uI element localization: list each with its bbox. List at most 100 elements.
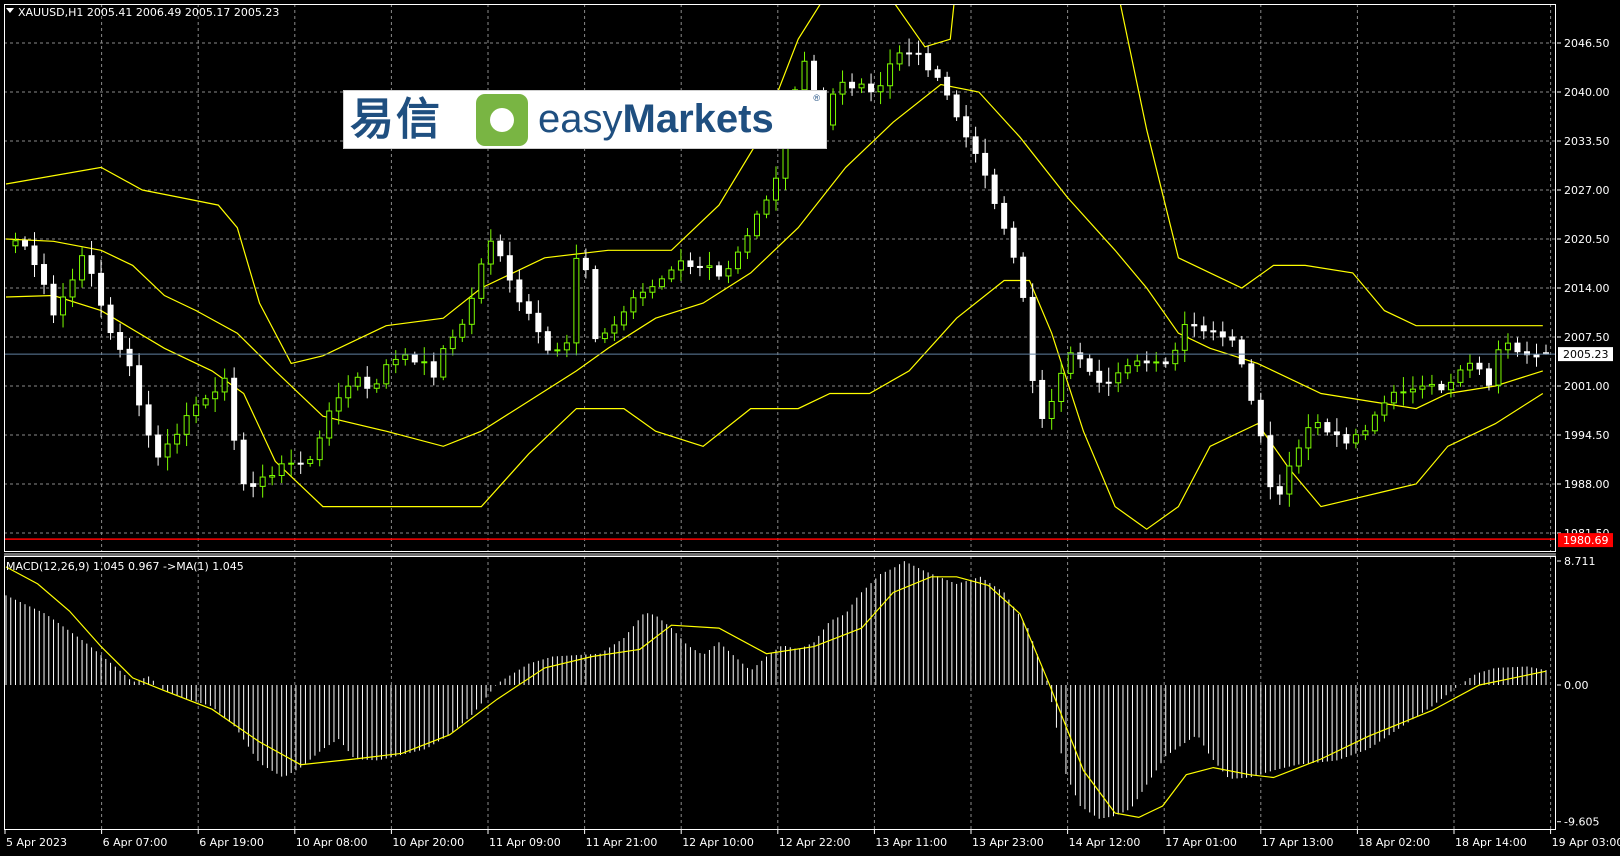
candle [373,378,380,393]
candle [354,372,361,391]
candle-body [734,251,741,270]
candle [231,367,238,450]
candle-body [1238,339,1245,365]
logo-brand-bold: Markets [622,97,774,141]
candle [316,430,323,467]
candle [1305,414,1312,461]
candle-body [982,152,989,176]
price-tick-label: 2027.00 [1564,184,1610,197]
candle [991,168,998,210]
candle-body [1419,385,1426,390]
candle [98,259,105,318]
trading-chart[interactable]: 2046.50 2040.00 2033.50 2027.00 2020.50 2014.… [0,0,1620,852]
collapse-triangle-icon[interactable] [6,8,14,13]
candle-body [136,365,143,406]
candle [60,283,67,328]
candle [696,256,703,277]
candle-body [573,257,580,344]
candle-body [1181,324,1188,351]
time-tick-label: 10 Apr 20:00 [392,836,464,849]
candle-body [1257,399,1264,437]
candle [839,70,846,105]
candle [1419,375,1426,399]
candle-body [563,342,570,351]
candle-body [915,52,922,55]
candle [250,471,257,498]
candle-body [1067,352,1074,374]
candle-body [478,263,485,299]
time-tick-label: 10 Apr 08:00 [296,836,368,849]
candle-body [1010,227,1017,258]
candle [516,269,523,312]
candle [1172,342,1179,371]
candle [734,246,741,274]
time-tick-label: 11 Apr 09:00 [489,836,561,849]
candle-body [753,213,760,237]
candle [649,279,656,299]
candle-body [1105,381,1112,384]
candle [1124,358,1131,380]
candle-body [1048,401,1055,419]
candle [126,337,133,377]
candle [345,375,352,408]
candle [1333,418,1340,447]
candle [868,73,875,102]
candle-body [906,52,913,55]
candle [1267,421,1274,500]
candle [601,328,608,344]
candle [896,45,903,71]
chart-header: XAUUSD,H1 2005.41 2006.49 2005.17 2005.2… [6,6,279,19]
candle-body [1409,388,1416,393]
time-tick-label: 11 Apr 21:00 [586,836,658,849]
candle [335,382,342,425]
candle-body [335,397,342,412]
candle-body [1153,361,1160,364]
candle [1077,342,1084,368]
candle [706,251,713,280]
time-tick-label: 12 Apr 10:00 [682,836,754,849]
candle-body [1001,202,1008,229]
candle-body [373,383,380,389]
candle-body [1191,324,1198,327]
candle [1067,346,1074,380]
candle [12,232,19,254]
candle [202,394,209,409]
candle-body [1333,431,1340,436]
candle-body [1314,422,1321,429]
symbol-label: XAUUSD,H1 2005.41 2006.49 2005.17 2005.2… [18,6,279,19]
candle-body [1447,381,1454,391]
candle-body [250,483,257,487]
candle-body [896,52,903,65]
candle-body [307,459,314,464]
macd-label: MACD(12,26,9) 1.045 0.967 ->MA(1) 1.045 [6,560,244,573]
candle [925,45,932,77]
candle [525,294,532,321]
candle-body [487,240,494,265]
candle-body [231,377,238,441]
candle [849,73,856,96]
candle [297,451,304,474]
time-tick-label: 17 Apr 01:00 [1165,836,1237,849]
candle [1096,359,1103,393]
time-tick-label: 18 Apr 14:00 [1455,836,1527,849]
candle [877,72,884,105]
candle-body [411,354,418,363]
candle [1238,335,1245,368]
easymarkets-logo: 易信 easyMarkets ® [343,90,827,149]
candle-body [430,361,437,378]
candle [278,455,285,484]
candle-body [1143,360,1150,364]
candle [1200,316,1207,340]
candle [145,390,152,448]
macd-tick-label: 0.00 [1564,679,1589,692]
current-price-label: 2005.23 [1563,348,1609,361]
candle [478,258,485,304]
candle-body [1124,365,1131,374]
candle-body [944,76,951,96]
candle-body [117,332,124,350]
candle-body [1457,369,1464,383]
candle-body [639,291,646,299]
candle [1219,321,1226,347]
candle-body [991,174,998,204]
candle [982,138,989,189]
